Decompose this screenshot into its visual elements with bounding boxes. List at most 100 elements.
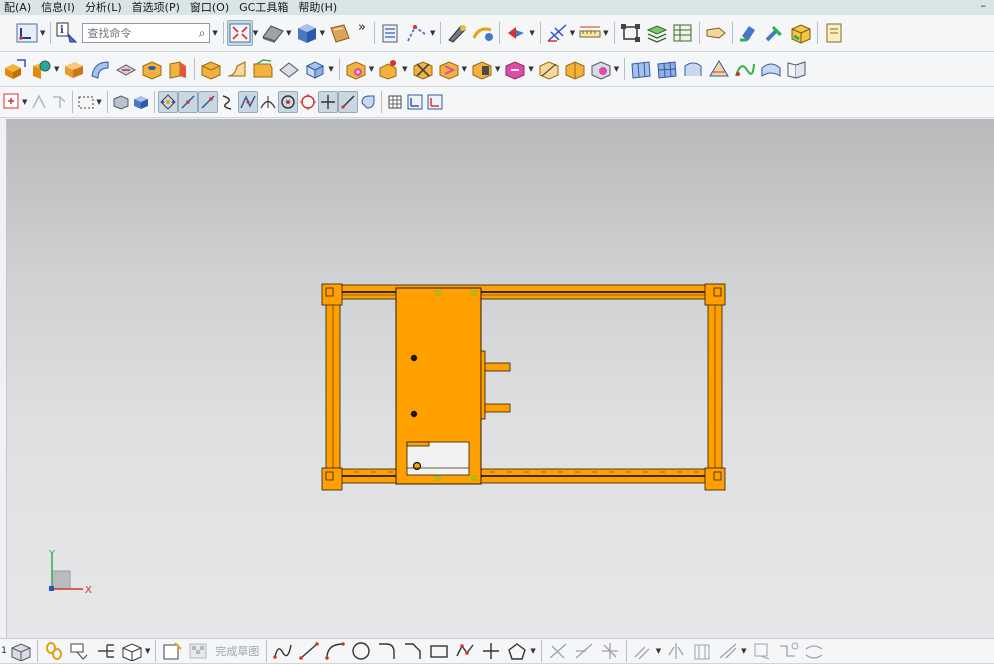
chevron-down-icon[interactable]: ▼ (40, 29, 45, 37)
box-frame-icon[interactable] (562, 56, 588, 82)
chevron-down-icon[interactable]: ▼ (320, 29, 325, 37)
chevron-down-icon[interactable]: ▼ (529, 29, 534, 37)
box-select-icon[interactable] (76, 91, 96, 113)
mirror-icon[interactable] (343, 56, 369, 82)
sketch-icon[interactable] (159, 639, 185, 663)
sketch-icon[interactable] (470, 20, 496, 46)
chevron-down-icon[interactable]: ▼ (614, 65, 619, 73)
shell-icon[interactable] (198, 56, 224, 82)
block-icon[interactable] (61, 56, 87, 82)
face-blend-icon[interactable] (758, 56, 784, 82)
chevron-down-icon[interactable]: ▼ (528, 65, 533, 73)
split-icon[interactable] (436, 56, 462, 82)
menu-gc-toolbox[interactable]: GC工具箱 (235, 1, 294, 15)
cube-icon[interactable] (131, 91, 151, 113)
book-icon[interactable] (784, 56, 810, 82)
chevron-down-icon[interactable]: ▼ (22, 98, 27, 106)
rectangle-icon[interactable] (426, 639, 452, 663)
hammer-icon[interactable] (762, 20, 788, 46)
trim-icon[interactable] (410, 56, 436, 82)
convert-icon[interactable] (801, 639, 827, 663)
extend-curve-icon[interactable] (571, 639, 597, 663)
unite-icon[interactable] (469, 56, 495, 82)
analysis-icon[interactable] (503, 20, 529, 46)
polygon-icon[interactable] (504, 639, 530, 663)
offset-curve-icon[interactable] (630, 639, 656, 663)
chamfer-icon[interactable] (400, 639, 426, 663)
tangent-snap-icon[interactable] (258, 91, 278, 113)
blend-icon[interactable] (224, 56, 250, 82)
shaded-cube-icon[interactable] (294, 20, 320, 46)
chevron-down-icon[interactable]: ▼ (253, 29, 258, 37)
transform-icon[interactable] (588, 56, 614, 82)
assembly-filter-icon[interactable] (49, 91, 69, 113)
wcs-icon[interactable] (14, 20, 40, 46)
chevron-down-icon[interactable]: ▼ (603, 29, 608, 37)
scale-icon[interactable] (536, 56, 562, 82)
grid-icon[interactable] (385, 91, 405, 113)
menu-window[interactable]: 窗口(O) (186, 1, 235, 15)
chevron-down-icon[interactable]: ▼ (570, 29, 575, 37)
chevron-down-icon[interactable]: ▼ (54, 65, 59, 73)
extrude-icon[interactable] (2, 56, 28, 82)
chevron-down-icon[interactable]: ▼ (741, 647, 746, 655)
axes-icon[interactable] (544, 20, 570, 46)
dimension-icon[interactable] (715, 639, 741, 663)
chamfer-icon[interactable] (250, 56, 276, 82)
fillet-icon[interactable] (374, 639, 400, 663)
overflow-button[interactable]: » (353, 21, 371, 34)
info-icon[interactable]: i (54, 20, 80, 46)
texture-icon[interactable] (327, 20, 353, 46)
chevron-down-icon[interactable]: ▼ (212, 29, 217, 37)
pad-icon[interactable] (165, 56, 191, 82)
minimize-button[interactable]: – (981, 0, 987, 12)
pattern-curve-icon[interactable] (689, 639, 715, 663)
pattern-icon[interactable] (302, 56, 328, 82)
chevron-down-icon[interactable]: ▼ (656, 647, 661, 655)
chevron-down-icon[interactable]: ▼ (462, 65, 467, 73)
hole-icon[interactable] (139, 56, 165, 82)
chain-icon[interactable] (41, 639, 67, 663)
csys-icon[interactable] (425, 91, 445, 113)
curve-snap-icon[interactable] (218, 91, 238, 113)
revolve-icon[interactable] (28, 56, 54, 82)
chevron-down-icon[interactable]: ▼ (286, 29, 291, 37)
face-snap-icon[interactable] (358, 91, 378, 113)
stack-icon[interactable] (644, 20, 670, 46)
draft-icon[interactable] (276, 56, 302, 82)
arc-icon[interactable] (322, 639, 348, 663)
mesh-surface-icon[interactable] (654, 56, 680, 82)
part-nav-icon[interactable] (736, 20, 762, 46)
corner-icon[interactable] (597, 639, 623, 663)
midpoint-snap-icon[interactable] (197, 91, 218, 113)
offset-icon[interactable] (376, 56, 402, 82)
box-icon[interactable] (788, 20, 814, 46)
relations-icon[interactable] (775, 639, 801, 663)
chevron-down-icon[interactable]: ▼ (402, 65, 407, 73)
ruler-icon[interactable] (577, 20, 603, 46)
frame-assembly[interactable] (321, 283, 726, 491)
layer-icon[interactable] (378, 20, 404, 46)
menu-preferences[interactable]: 首选项(P) (128, 1, 186, 15)
tag-icon[interactable] (703, 20, 729, 46)
existing-point-icon[interactable] (337, 91, 358, 113)
assembly-icon[interactable] (618, 20, 644, 46)
table-icon[interactable] (670, 20, 696, 46)
render-style-icon[interactable] (260, 20, 286, 46)
trim-curve-icon[interactable] (545, 639, 571, 663)
branch-icon[interactable] (93, 639, 119, 663)
chevron-down-icon[interactable]: ▼ (430, 29, 435, 37)
mirror-curve-icon[interactable] (663, 639, 689, 663)
fit-view-icon[interactable] (226, 20, 253, 46)
quadrant-snap-icon[interactable] (298, 91, 318, 113)
surface-icon[interactable] (628, 56, 654, 82)
chevron-down-icon[interactable]: ▼ (145, 647, 150, 655)
sweep-icon[interactable] (87, 56, 113, 82)
select-filter-icon[interactable] (29, 91, 49, 113)
snap-icon[interactable] (404, 20, 430, 46)
search-input[interactable] (87, 26, 199, 40)
menu-help[interactable]: 帮助(H) (294, 1, 343, 15)
loft-icon[interactable] (680, 56, 706, 82)
line-icon[interactable] (296, 639, 322, 663)
model-canvas[interactable]: Y X (7, 119, 994, 638)
